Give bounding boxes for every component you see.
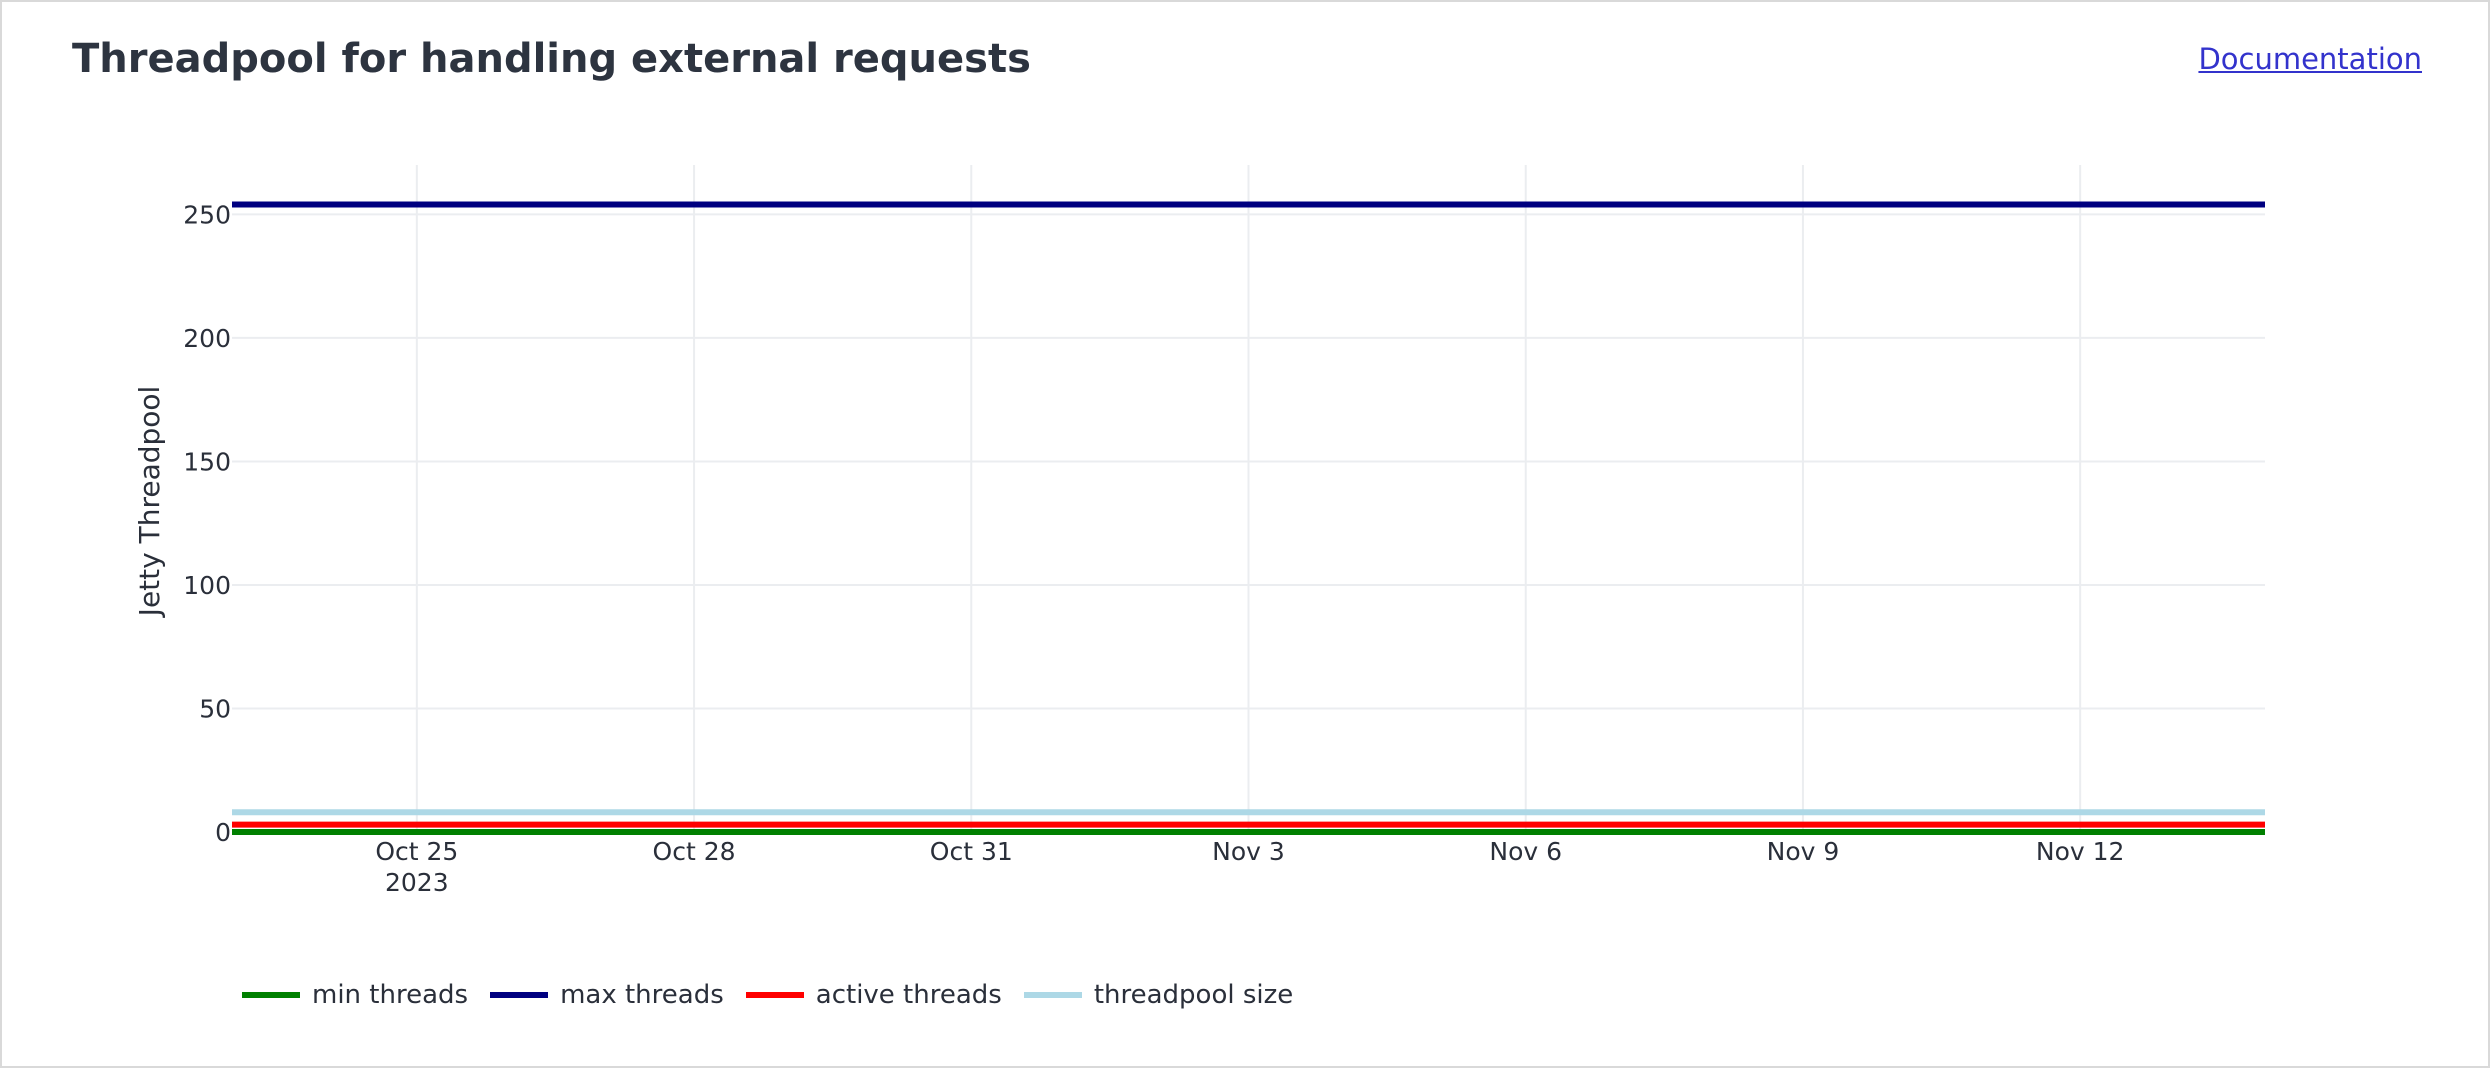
legend-item[interactable]: min threads bbox=[242, 980, 468, 1010]
legend-label: max threads bbox=[560, 980, 724, 1010]
legend-item[interactable]: threadpool size bbox=[1023, 980, 1294, 1010]
x-tick-label: Nov 6 bbox=[1489, 837, 1562, 866]
y-tick-label: 100 bbox=[183, 571, 231, 600]
threadpool-panel: Threadpool for handling external request… bbox=[0, 0, 2490, 1068]
legend-item[interactable]: active threads bbox=[745, 980, 1002, 1010]
legend-swatch bbox=[242, 992, 300, 998]
x-tick-label: Nov 3 bbox=[1212, 837, 1285, 866]
y-tick-label: 150 bbox=[183, 447, 231, 476]
chart-legend: min threads max threads active threads thre… bbox=[242, 980, 1315, 1010]
grid-layer bbox=[232, 165, 2265, 832]
threadpool-chart[interactable]: Oct 252023 Oct 28 Oct 31 Nov 3 Nov 6 Nov 9 Nov… bbox=[2, 2, 2488, 1066]
legend-label: min threads bbox=[312, 980, 469, 1010]
legend-label: threadpool size bbox=[1093, 980, 1294, 1010]
x-tick-label: Oct 25 bbox=[375, 837, 458, 866]
x-tick-label: Nov 9 bbox=[1767, 837, 1840, 866]
y-axis-title: Jetty Threadpool bbox=[133, 386, 166, 619]
legend-item[interactable]: max threads bbox=[490, 980, 724, 1010]
y-tick-label: 50 bbox=[199, 694, 231, 723]
x-tick-sublabel: 2023 bbox=[385, 868, 449, 897]
x-tick-label: Nov 12 bbox=[2036, 837, 2125, 866]
y-tick-label: 0 bbox=[215, 818, 231, 847]
y-tick-label: 200 bbox=[183, 324, 231, 353]
x-tick-label: Oct 31 bbox=[930, 837, 1013, 866]
x-tick-label: Oct 28 bbox=[653, 837, 736, 866]
legend-swatch bbox=[490, 992, 549, 998]
legend-label: active threads bbox=[815, 980, 1002, 1010]
y-tick-label: 250 bbox=[183, 200, 231, 229]
axis-layer: Oct 252023 Oct 28 Oct 31 Nov 3 Nov 6 Nov 9 Nov… bbox=[183, 200, 2124, 897]
legend-swatch bbox=[745, 992, 804, 998]
legend-swatch bbox=[1023, 992, 1082, 998]
